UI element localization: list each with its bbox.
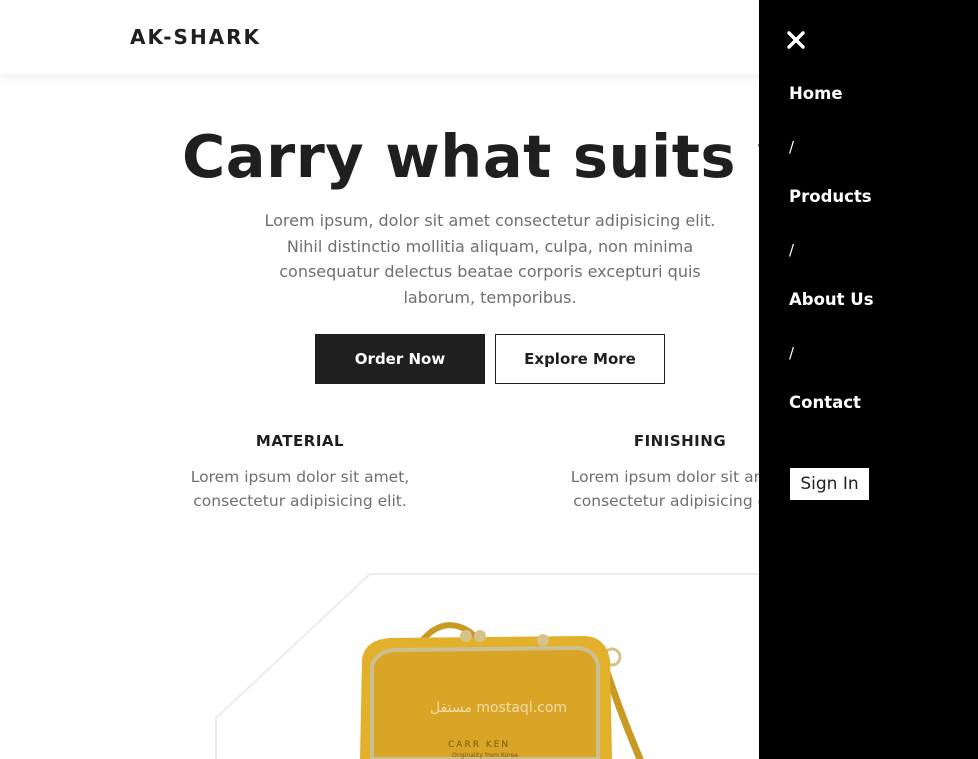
close-icon[interactable] [786, 30, 806, 50]
explore-more-button[interactable]: Explore More [495, 334, 665, 384]
nav-separator: / [789, 344, 795, 362]
feature-material: MATERIAL Lorem ipsum dolor sit amet, con… [145, 432, 455, 513]
sign-in-button[interactable]: Sign In [790, 468, 869, 500]
nav-separator: / [789, 138, 795, 156]
sidebar-item-products[interactable]: Products [789, 187, 872, 206]
sidebar-item-contact[interactable]: Contact [789, 393, 861, 412]
feature-description: Lorem ipsum dolor sit amet, consectetur … [190, 468, 410, 510]
feature-title: MATERIAL [255, 432, 345, 450]
nav-separator: / [789, 241, 795, 259]
hero-description: Lorem ipsum, dolor sit amet consectetur … [264, 211, 716, 307]
sidebar-item-home[interactable]: Home [789, 84, 843, 103]
order-now-button[interactable]: Order Now [315, 334, 485, 384]
nav-sidebar: Home / Products / About Us / Contact Sig… [759, 0, 978, 759]
sidebar-item-about-us[interactable]: About Us [789, 290, 874, 309]
product-tagline: Originality from Korea [452, 752, 518, 759]
product-brand: CARR KEN [448, 740, 511, 750]
logo[interactable]: AK-SHARK [130, 25, 261, 49]
watermark: مستقل mostaql.com [430, 700, 568, 716]
